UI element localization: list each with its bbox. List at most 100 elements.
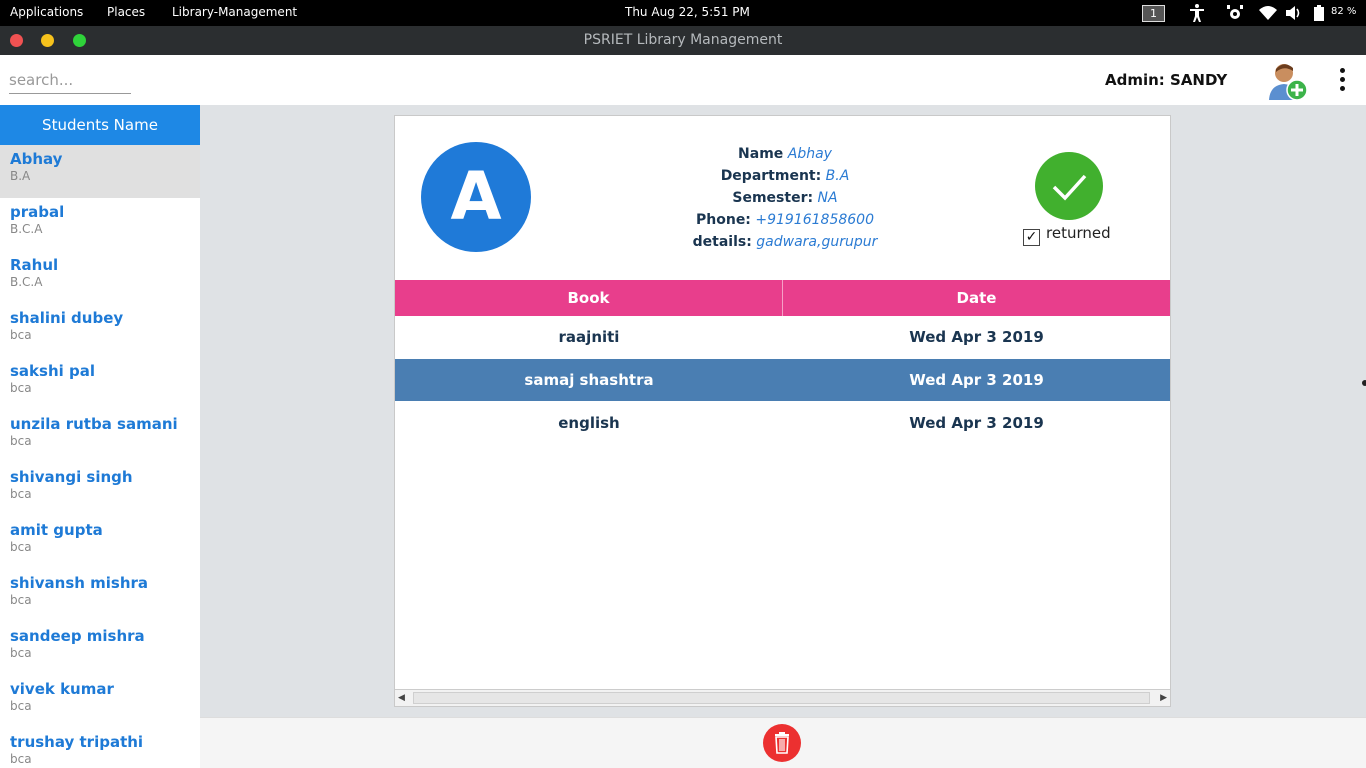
info-name-row: Name Abhay [565, 143, 1005, 165]
maximize-window-button[interactable] [73, 34, 86, 47]
applications-menu[interactable]: Applications [10, 5, 83, 19]
details-label: details: [692, 234, 752, 250]
date-cell: Wed Apr 3 2019 [909, 328, 1044, 346]
student-dept: bca [10, 699, 32, 713]
student-list-item[interactable]: shalini dubey bca [0, 304, 200, 357]
student-info: Name Abhay Department: B.A Semester: NA … [565, 143, 1005, 253]
student-dept: bca [10, 540, 32, 554]
student-list-item[interactable]: Rahul B.C.A [0, 251, 200, 304]
date-cell: Wed Apr 3 2019 [909, 371, 1044, 389]
student-list-item[interactable]: shivansh mishra bca [0, 569, 200, 622]
trash-icon [775, 732, 789, 754]
battery-percent: 82 % [1331, 6, 1357, 17]
students-list-header: Students Name [0, 105, 200, 145]
info-details-row: details: gadwara,gurupur [565, 231, 1005, 253]
student-dept: B.C.A [10, 222, 43, 236]
department-value: B.A [825, 168, 850, 184]
name-label: Name [738, 146, 784, 162]
student-detail-card: A Name Abhay Department: B.A Semester: N… [394, 115, 1171, 707]
student-dept: bca [10, 328, 32, 342]
close-window-button[interactable] [10, 34, 23, 47]
student-dept: bca [10, 593, 32, 607]
student-name: sakshi pal [10, 362, 95, 380]
info-semester-row: Semester: NA [565, 187, 1005, 209]
student-list-item[interactable]: amit gupta bca [0, 516, 200, 569]
student-list-item[interactable]: sandeep mishra bca [0, 622, 200, 675]
semester-label: Semester: [732, 190, 814, 206]
wifi-icon[interactable] [1258, 3, 1278, 23]
minimize-window-button[interactable] [41, 34, 54, 47]
bottom-action-bar [200, 717, 1366, 768]
student-name: shivansh mishra [10, 574, 149, 592]
student-name: vivek kumar [10, 680, 114, 698]
student-name: trushay tripathi [10, 733, 144, 751]
student-name: Rahul [10, 256, 59, 274]
student-list-item[interactable]: prabal B.C.A [0, 198, 200, 251]
student-dept: bca [10, 487, 32, 501]
student-list-item[interactable]: vivek kumar bca [0, 675, 200, 728]
add-user-icon[interactable] [1266, 60, 1310, 102]
book-cell: raajniti [558, 328, 620, 346]
window-title: PSRIET Library Management [583, 32, 783, 48]
volume-icon[interactable] [1285, 3, 1303, 23]
column-header-book[interactable]: Book [395, 280, 783, 316]
avatar: A [421, 142, 531, 252]
student-list-item[interactable]: trushay tripathi bca [0, 728, 200, 768]
books-table-header: Book Date [395, 280, 1170, 316]
places-menu[interactable]: Places [107, 5, 145, 19]
column-header-date[interactable]: Date [783, 280, 1170, 316]
student-name: prabal [10, 203, 65, 221]
delete-button[interactable] [763, 724, 801, 762]
scroll-right-icon[interactable]: ▶ [1160, 693, 1167, 703]
more-vert-icon[interactable] [1336, 68, 1348, 94]
admin-label: Admin: SANDY [1105, 71, 1228, 89]
accessibility-icon[interactable] [1188, 3, 1206, 23]
table-row[interactable]: english Wed Apr 3 2019 [395, 402, 1170, 444]
returned-checkbox-box[interactable]: ✓ [1023, 229, 1040, 246]
scroll-left-icon[interactable]: ◀ [398, 693, 405, 703]
battery-icon[interactable] [1313, 3, 1325, 23]
clock[interactable]: Thu Aug 22, 5:51 PM [625, 5, 750, 19]
info-department-row: Department: B.A [565, 165, 1005, 187]
date-cell: Wed Apr 3 2019 [909, 414, 1044, 432]
student-list-item[interactable]: unzila rutba samani bca [0, 410, 200, 463]
app-header: Admin: SANDY [0, 55, 1366, 105]
workspace-indicator[interactable]: 1 [1142, 5, 1165, 22]
student-name: unzila rutba samani [10, 415, 178, 433]
student-dept: bca [10, 381, 32, 395]
department-label: Department: [720, 168, 822, 184]
resize-handle [1362, 380, 1366, 386]
returned-label: returned [1046, 224, 1111, 242]
student-list-item[interactable]: shivangi singh bca [0, 463, 200, 516]
scrollbar-thumb[interactable] [413, 692, 1150, 704]
details-value: gadwara,gurupur [756, 234, 878, 250]
window-title-bar: PSRIET Library Management [0, 26, 1366, 55]
student-name: amit gupta [10, 521, 103, 539]
name-value: Abhay [787, 146, 832, 162]
student-name: shivangi singh [10, 468, 133, 486]
table-row[interactable]: samaj shashtra Wed Apr 3 2019 [395, 359, 1170, 401]
book-cell: samaj shashtra [524, 371, 654, 389]
search-input[interactable] [9, 66, 131, 94]
table-row[interactable]: raajniti Wed Apr 3 2019 [395, 316, 1170, 358]
student-dept: bca [10, 752, 32, 766]
student-dept: bca [10, 434, 32, 448]
student-dept: B.C.A [10, 275, 43, 289]
settings-icon[interactable] [1225, 3, 1245, 23]
student-list-item[interactable]: sakshi pal bca [0, 357, 200, 410]
student-dept: B.A [10, 169, 31, 183]
system-top-bar: Applications Places Library-Management T… [0, 0, 1366, 26]
semester-value: NA [817, 190, 838, 206]
returned-checkbox[interactable]: ✓ returned [1023, 224, 1111, 246]
check-icon [1035, 152, 1103, 220]
phone-value: +919161858600 [755, 212, 874, 228]
student-name: sandeep mishra [10, 627, 145, 645]
student-list-item[interactable]: Abhay B.A [0, 145, 200, 198]
book-cell: english [558, 414, 620, 432]
horizontal-scrollbar[interactable]: ◀ ▶ [395, 689, 1170, 706]
app-menu[interactable]: Library-Management [172, 5, 297, 19]
student-name: Abhay [10, 150, 63, 168]
student-name: shalini dubey [10, 309, 124, 327]
info-phone-row: Phone: +919161858600 [565, 209, 1005, 231]
student-dept: bca [10, 646, 32, 660]
